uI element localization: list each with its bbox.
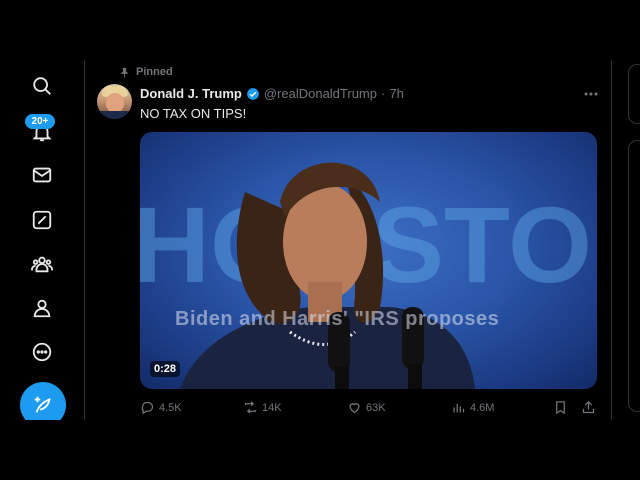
app-window: 20+ Pinned Donald J. Trump @realDonaldTr… (0, 60, 640, 420)
grok-icon (32, 210, 52, 230)
reply-button[interactable]: 4.5K (140, 400, 182, 415)
nav-grok[interactable] (22, 200, 62, 240)
repost-button[interactable]: 14K (243, 400, 282, 415)
envelope-icon (32, 167, 52, 183)
nav-search[interactable] (22, 66, 62, 106)
sidebar: 20+ (0, 60, 84, 420)
author-name[interactable]: Donald J. Trump (140, 86, 242, 101)
video-caption-overlay: Biden and Harris' "IRS proposes (175, 308, 500, 330)
pinned-indicator: Pinned (119, 66, 173, 78)
tweet-video[interactable]: HOUSTON Biden and Harris' "IRS proposes (140, 132, 597, 389)
search-icon (33, 77, 51, 95)
tweet-timestamp[interactable]: 7h (389, 86, 403, 101)
author-handle[interactable]: @realDonaldTrump (264, 86, 377, 101)
ellipsis-icon (584, 92, 598, 96)
views-bar-icon (453, 403, 465, 413)
share-button[interactable] (581, 400, 596, 415)
pin-icon (121, 67, 128, 78)
tweet-more-button[interactable] (581, 86, 601, 102)
like-count: 63K (366, 401, 386, 414)
nav-messages[interactable] (22, 155, 62, 195)
repost-count: 14K (262, 401, 282, 414)
notifications-badge: 20+ (25, 114, 55, 129)
separator-dot: · (381, 86, 386, 101)
author-avatar[interactable] (97, 84, 132, 119)
bookmark-icon (556, 401, 565, 415)
letterbox-bottom (0, 420, 640, 480)
verified-badge-icon (247, 87, 259, 100)
tweet-actions: 4.5K 14K 63K 4.6M (140, 400, 600, 418)
heart-icon (349, 403, 360, 414)
like-button[interactable]: 63K (347, 400, 386, 415)
reply-icon (141, 401, 154, 415)
feather-plus-icon (34, 396, 51, 413)
compose-post-button[interactable] (20, 382, 66, 420)
view-count: 4.6M (470, 401, 495, 414)
nav-communities[interactable] (22, 244, 62, 284)
tweet-text: NO TAX ON TIPS! (140, 106, 247, 121)
tweet-header: Donald J. Trump @realDonaldTrump · 7h (140, 86, 404, 101)
more-circle-icon (32, 342, 52, 362)
letterbox-top (0, 0, 640, 60)
communities-icon (31, 256, 53, 273)
views-button[interactable]: 4.6M (451, 400, 494, 415)
share-icon (582, 400, 595, 414)
nav-more[interactable] (22, 332, 62, 372)
repost-icon (244, 401, 257, 414)
video-duration: 0:28 (150, 361, 181, 377)
reply-count: 4.5K (159, 401, 182, 414)
nav-profile[interactable] (22, 288, 62, 328)
person-icon (33, 299, 51, 318)
pinned-label: Pinned (136, 66, 173, 78)
bookmark-button[interactable] (553, 400, 568, 415)
video-frame: HOUSTON (140, 162, 597, 389)
right-panel-edge (628, 60, 640, 420)
timeline-column: Pinned Donald J. Trump @realDonaldTrump … (84, 60, 612, 420)
